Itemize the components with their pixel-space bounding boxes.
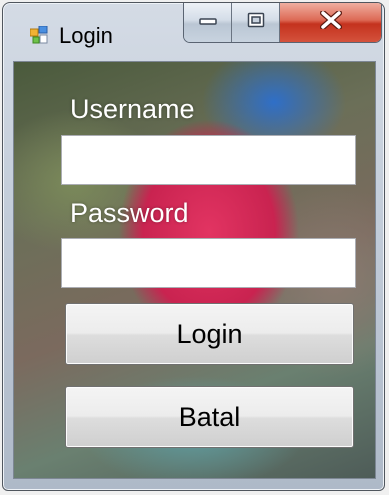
maximize-button[interactable] xyxy=(232,3,280,42)
username-label: Username xyxy=(70,94,195,124)
login-window: Login Username Password Login Batal xyxy=(2,2,385,491)
form-client-area: Username Password Login Batal xyxy=(13,61,376,479)
password-label: Password xyxy=(70,198,189,228)
maximize-icon xyxy=(247,12,265,33)
cancel-button[interactable]: Batal xyxy=(65,386,354,448)
close-icon xyxy=(319,9,342,34)
title-bar[interactable]: Login xyxy=(3,3,384,61)
windows-form-icon xyxy=(29,25,48,44)
minimize-icon xyxy=(198,13,217,31)
username-input[interactable] xyxy=(61,135,356,185)
window-title: Login xyxy=(59,23,113,48)
login-button[interactable]: Login xyxy=(65,303,354,365)
minimize-button[interactable] xyxy=(184,3,232,42)
close-button[interactable] xyxy=(280,3,381,42)
password-input[interactable] xyxy=(61,238,356,288)
caption-buttons xyxy=(183,3,382,43)
